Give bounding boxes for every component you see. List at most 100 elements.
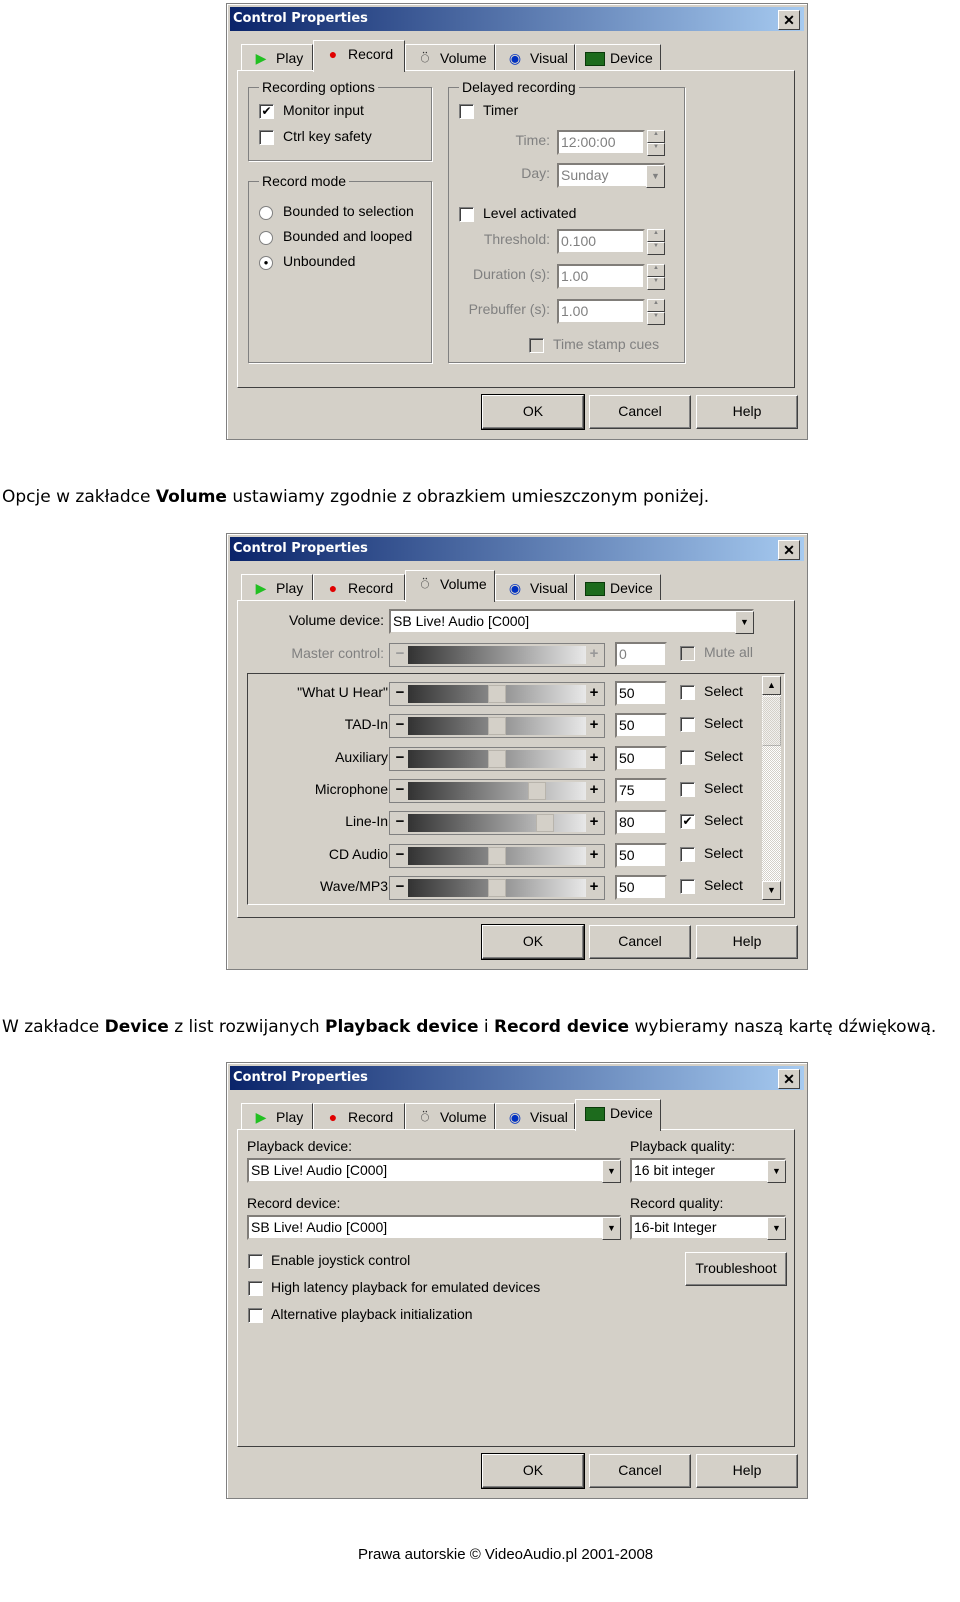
cancel-button[interactable]: Cancel: [589, 395, 691, 429]
tab-volume[interactable]: ⍥ Volume: [405, 570, 495, 602]
device-option-checkbox[interactable]: [248, 1254, 263, 1269]
help-button[interactable]: Help: [696, 1454, 798, 1488]
minus-icon[interactable]: −: [392, 781, 408, 798]
ok-button[interactable]: OK: [481, 924, 585, 960]
slider-handle[interactable]: [488, 846, 507, 865]
slider-track[interactable]: [408, 781, 586, 800]
minus-icon[interactable]: −: [392, 814, 408, 830]
channel-volume-slider[interactable]: − +: [389, 875, 605, 900]
plus-icon[interactable]: +: [586, 717, 602, 733]
tab-visual[interactable]: ◉ Visual: [495, 44, 575, 71]
record-mode-radio[interactable]: [259, 231, 273, 245]
channel-volume-slider[interactable]: − +: [389, 714, 605, 739]
tab-device[interactable]: Device: [575, 1099, 661, 1131]
slider-handle[interactable]: [488, 717, 507, 736]
slider-handle[interactable]: [488, 749, 507, 768]
ctrl-key-safety-checkbox[interactable]: [259, 130, 274, 145]
plus-icon[interactable]: +: [586, 846, 602, 863]
plus-icon[interactable]: +: [586, 814, 602, 830]
record-quality-dropdown-arrow-icon[interactable]: ▼: [767, 1217, 786, 1240]
channel-volume-value[interactable]: 50: [615, 842, 667, 868]
ok-button[interactable]: OK: [481, 1453, 585, 1489]
tab-play[interactable]: ▶ Play: [241, 44, 313, 71]
minus-icon[interactable]: −: [392, 685, 408, 701]
slider-track[interactable]: [408, 878, 586, 897]
minus-icon[interactable]: −: [392, 846, 408, 863]
tab-visual[interactable]: ◉ Visual: [495, 574, 575, 601]
close-button[interactable]: ✕: [778, 10, 800, 30]
plus-icon[interactable]: +: [586, 685, 602, 701]
tab-record[interactable]: ● Record: [313, 40, 405, 72]
tab-play[interactable]: ▶ Play: [241, 1103, 313, 1130]
troubleshoot-button[interactable]: Troubleshoot: [685, 1252, 787, 1286]
tab-record[interactable]: ● Record: [313, 574, 405, 601]
close-button[interactable]: ✕: [778, 1069, 800, 1089]
channel-select-checkbox[interactable]: [680, 749, 695, 765]
slider-handle[interactable]: [488, 685, 507, 703]
tab-record[interactable]: ● Record: [313, 1103, 405, 1130]
tab-device[interactable]: Device: [575, 44, 661, 71]
channel-select-checkbox[interactable]: [680, 878, 695, 894]
cancel-button[interactable]: Cancel: [589, 925, 691, 959]
channel-volume-value[interactable]: 80: [615, 810, 667, 836]
cancel-button[interactable]: Cancel: [589, 1454, 691, 1488]
help-button[interactable]: Help: [696, 925, 798, 959]
scroll-down-arrow-icon[interactable]: ▼: [762, 881, 781, 900]
close-button[interactable]: ✕: [778, 540, 800, 560]
minus-icon[interactable]: −: [392, 717, 408, 733]
slider-track[interactable]: [408, 717, 586, 736]
channel-volume-value[interactable]: 50: [615, 745, 667, 771]
tab-volume[interactable]: ⍥ Volume: [405, 44, 495, 71]
timer-checkbox[interactable]: [459, 104, 474, 119]
channel-select-checkbox[interactable]: ✔: [680, 814, 695, 830]
channel-select-checkbox[interactable]: [680, 685, 695, 700]
slider-track[interactable]: [408, 814, 586, 833]
minus-icon[interactable]: −: [392, 878, 408, 895]
slider-handle[interactable]: [528, 781, 547, 800]
channel-volume-slider[interactable]: − +: [389, 778, 605, 803]
plus-icon[interactable]: +: [586, 781, 602, 798]
slider-track[interactable]: [408, 685, 586, 703]
scrollbar-thumb[interactable]: [762, 696, 781, 746]
channel-select-checkbox[interactable]: [680, 717, 695, 733]
channel-volume-value[interactable]: 50: [615, 713, 667, 739]
record-device-dropdown-arrow-icon[interactable]: ▼: [602, 1217, 621, 1240]
tab-volume[interactable]: ⍥ Volume: [405, 1103, 495, 1130]
record-device-dropdown[interactable]: SB Live! Audio [C000]: [247, 1215, 621, 1240]
slider-track[interactable]: [408, 749, 586, 768]
volume-device-dropdown[interactable]: SB Live! Audio [C000]: [389, 609, 754, 634]
plus-icon[interactable]: +: [586, 878, 602, 895]
tab-play[interactable]: ▶ Play: [241, 574, 313, 601]
monitor-input-checkbox[interactable]: ✔: [259, 104, 274, 119]
channel-volume-value[interactable]: 50: [615, 681, 667, 706]
record-mode-radio[interactable]: [259, 206, 273, 220]
channel-select-checkbox[interactable]: [680, 781, 695, 797]
slider-handle[interactable]: [536, 814, 555, 833]
channel-volume-slider[interactable]: − +: [389, 811, 605, 836]
help-button[interactable]: Help: [696, 395, 798, 429]
channel-volume-value[interactable]: 50: [615, 874, 667, 900]
slider-track[interactable]: [408, 846, 586, 865]
channel-list-scrollbar[interactable]: ▲ ▼: [762, 676, 781, 900]
channel-volume-slider[interactable]: − +: [389, 843, 605, 868]
device-option-checkbox[interactable]: [248, 1308, 263, 1323]
plus-icon[interactable]: +: [586, 749, 602, 766]
ok-button[interactable]: OK: [481, 394, 585, 430]
level-activated-checkbox[interactable]: [459, 207, 474, 222]
scroll-up-arrow-icon[interactable]: ▲: [762, 676, 781, 695]
minus-icon[interactable]: −: [392, 749, 408, 766]
channel-select-checkbox[interactable]: [680, 846, 695, 862]
channel-volume-slider[interactable]: − +: [389, 682, 605, 706]
tab-visual[interactable]: ◉ Visual: [495, 1103, 575, 1130]
slider-handle[interactable]: [488, 878, 507, 897]
record-mode-radio[interactable]: ●: [259, 256, 273, 270]
record-quality-dropdown[interactable]: 16-bit Integer: [630, 1215, 786, 1240]
channel-volume-slider[interactable]: − +: [389, 746, 605, 771]
playback-device-dropdown[interactable]: SB Live! Audio [C000]: [247, 1158, 621, 1183]
volume-device-dropdown-arrow-icon[interactable]: ▼: [735, 611, 754, 634]
tab-device[interactable]: Device: [575, 574, 661, 601]
device-option-checkbox[interactable]: [248, 1281, 263, 1296]
channel-volume-value[interactable]: 75: [615, 777, 667, 803]
playback-quality-dropdown[interactable]: 16 bit integer: [630, 1158, 786, 1183]
playback-device-dropdown-arrow-icon[interactable]: ▼: [602, 1160, 621, 1183]
